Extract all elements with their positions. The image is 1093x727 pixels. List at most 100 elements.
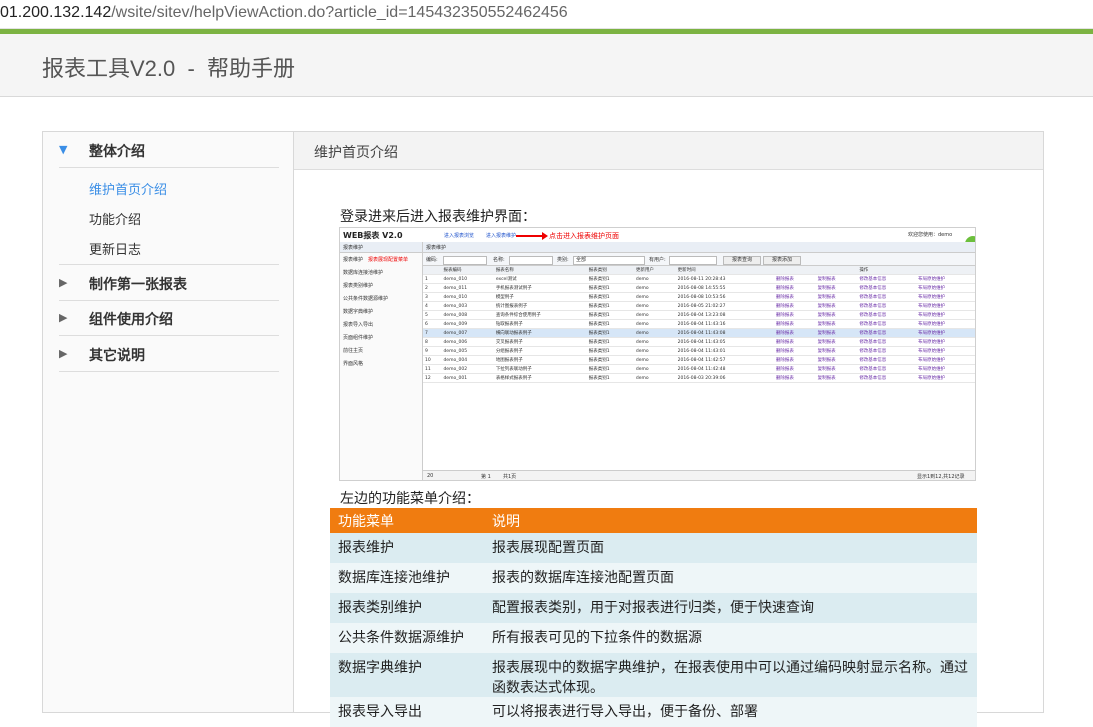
shot-table-cell: 手机报表测试例子 — [493, 283, 587, 293]
shot-table-cell: 修改基本信息 — [857, 310, 917, 320]
content-title: 维护首页介绍 — [314, 145, 398, 161]
main-content: 维护首页介绍 登录进来后进入报表维护界面： WEB报表 V2.0 进入报表浏览 … — [294, 132, 1043, 727]
shot-table-row: 9 demo_005 分组报表例子 报表类别1 demo 2016-08-04 11:43… — [423, 346, 975, 356]
shot-table-cell: 布局原始维护 — [916, 310, 975, 320]
shot-table-cell: 5 — [423, 310, 442, 320]
shot-btn-add: 报表添加 — [763, 256, 801, 265]
shot-table-cell: 8 — [423, 337, 442, 347]
shot-table-cell: 布局原始维护 — [916, 274, 975, 284]
menu-intro-text: 左边的功能菜单介绍： — [340, 491, 480, 507]
shot-table-cell: 删除报表 — [773, 283, 816, 293]
shot-table-cell: 报表类别1 — [586, 310, 634, 320]
shot-table-row: 6 demo_009 钻取报表例子 报表类别1 demo 2016-08-04 11:43… — [423, 319, 975, 329]
shot-table-cell: 查询条件综合使用例子 — [493, 310, 587, 320]
shot-label-code: 编码: — [426, 257, 438, 263]
menu-desc-cell: 报表的数据库连接池配置页面 — [484, 563, 977, 593]
shot-table-cell: 报表类别1 — [586, 274, 634, 284]
shot-table-body: 1 demo_010 excel测试 报表类别1 demo 2016-08-11 20:2… — [423, 274, 975, 383]
shot-table-cell: demo_010 — [441, 274, 494, 284]
menu-desc-cell: 报表展现中的数据字典维护，在报表使用中可以通过编码映射显示名称。通过函数表达式体… — [484, 653, 977, 697]
shot-table-cell: demo — [633, 364, 676, 374]
function-table-header: 功能菜单 说明 — [330, 508, 977, 533]
shot-logo: WEB报表 V2.0 — [343, 231, 403, 240]
sidebar-section-label: 制作第一张报表 — [89, 277, 187, 293]
shot-table-cell: 11 — [423, 364, 442, 374]
shot-table-cell: 布局原始维护 — [916, 283, 975, 293]
function-table: 功能菜单 说明 报表维护 报表展现配置页面 数据库连接池维护 报表的数据库连接池配置页… — [330, 508, 977, 727]
caret-right-icon: ▶ — [59, 311, 68, 324]
shot-table-cell: 复制报表 — [815, 301, 858, 311]
shot-table-cell: 布局原始维护 — [916, 292, 975, 302]
shot-left-item: 报表维护 — [343, 257, 364, 263]
shot-table-cell: 复制报表 — [815, 310, 858, 320]
shot-table-cell: demo — [633, 373, 676, 383]
shot-table-cell: demo_005 — [441, 346, 494, 356]
shot-table-cell: 修改基本信息 — [857, 283, 917, 293]
shot-table-cell: 复制报表 — [815, 283, 858, 293]
shot-table-cell: 复制报表 — [815, 328, 858, 338]
shot-table-cell: demo — [633, 337, 676, 347]
menu-desc-cell: 配置报表类别，用于对报表进行归类，便于快速查询 — [484, 593, 977, 623]
sidebar-section-overview[interactable]: ▼ 整体介绍 — [59, 132, 279, 168]
shot-column-header: 报表编码 — [441, 266, 494, 275]
shot-table-cell: demo_004 — [441, 355, 494, 365]
shot-table-cell: 报表类别1 — [586, 283, 634, 293]
shot-table-cell: 2016-08-04 11:43:05 — [675, 337, 774, 347]
shot-table-cell: excel测试 — [493, 274, 587, 284]
shot-table-cell: 复制报表 — [815, 319, 858, 329]
shot-right-head-label: 报表维护 — [426, 245, 447, 251]
shot-table-row: 12 demo_001 表格样式报表例子 报表类别1 demo 2016-08-03 20… — [423, 373, 975, 383]
shot-table-cell: 布局原始维护 — [916, 373, 975, 383]
shot-column-header — [815, 266, 858, 275]
shot-table-cell: 2016-08-04 11:43:08 — [675, 328, 774, 338]
menu-name-cell: 报表导入导出 — [330, 697, 484, 727]
sidebar-section-components[interactable]: ▶ 组件使用介绍 — [59, 300, 279, 336]
function-table-row: 数据库连接池维护 报表的数据库连接池配置页面 — [330, 563, 977, 593]
url-text[interactable]: 01.200.132.142/wsite/sitev/helpViewActio… — [0, 4, 568, 22]
shot-table-cell: 复制报表 — [815, 337, 858, 347]
shot-table-cell: 布局原始维护 — [916, 337, 975, 347]
shot-left-item: 界面风格 — [343, 361, 364, 367]
sidebar-item-changelog[interactable]: 更新日志 — [89, 239, 141, 258]
shot-welcome: 欢迎您使用：demo — [908, 232, 953, 238]
shot-table-cell: 删除报表 — [773, 373, 816, 383]
sidebar-section-other[interactable]: ▶ 其它说明 — [59, 336, 279, 372]
shot-table-cell: 12 — [423, 373, 442, 383]
shot-left-head-label: 报表维护 — [343, 245, 364, 251]
shot-table-cell: 2016-08-04 11:43:01 — [675, 346, 774, 356]
shot-column-header — [773, 266, 816, 275]
shot-left-item: 前往主页 — [343, 348, 364, 354]
shot-table-cell: 删除报表 — [773, 301, 816, 311]
shot-table-cell: 2 — [423, 283, 442, 293]
shot-column-header: 更新时间 — [675, 266, 774, 275]
function-table-row: 报表导入导出 可以将报表进行导入导出，便于备份、部署 — [330, 697, 977, 727]
shot-table-row: 1 demo_010 excel测试 报表类别1 demo 2016-08-11 20:2… — [423, 274, 975, 284]
menu-name-cell: 数据库连接池维护 — [330, 563, 484, 593]
shot-table-cell: 删除报表 — [773, 274, 816, 284]
sidebar-item-home-intro[interactable]: 维护首页介绍 — [89, 179, 167, 198]
shot-table-cell: 报表类别1 — [586, 337, 634, 347]
shot-table-cell: 报表类别1 — [586, 319, 634, 329]
shot-table-cell: 修改基本信息 — [857, 355, 917, 365]
sidebar-section-first-report[interactable]: ▶ 制作第一张报表 — [59, 264, 279, 301]
shot-table-cell: 复制报表 — [815, 364, 858, 374]
shot-table-cell: demo — [633, 310, 676, 320]
browser-address-bar[interactable]: 01.200.132.142/wsite/sitev/helpViewActio… — [0, 0, 1093, 29]
menu-desc-cell: 报表展现配置页面 — [484, 533, 977, 563]
shot-table-cell: demo — [633, 274, 676, 284]
shot-table-cell: 复制报表 — [815, 274, 858, 284]
shot-table-cell: demo_001 — [441, 373, 494, 383]
sidebar-item-features[interactable]: 功能介绍 — [89, 209, 141, 228]
shot-table-cell: 6 — [423, 319, 442, 329]
page-title: 报表工具V2.0 - 帮助手册 — [42, 56, 296, 81]
help-frame: ▼ 整体介绍 维护首页介绍 功能介绍 更新日志 ▶ 制作第一张报表 ▶ 组件使用… — [42, 131, 1044, 727]
content-header: 维护首页介绍 — [294, 132, 1043, 170]
shot-table-cell: 1 — [423, 274, 442, 284]
shot-table-cell: 修改基本信息 — [857, 346, 917, 356]
shot-nav-browse: 进入报表浏览 — [444, 233, 475, 239]
shot-select-value: 全部 — [576, 257, 587, 263]
shot-report-table: 报表编码 报表名称 报表类别 更新用户 更新时间 操作 1 demo_010 excel测试报… — [423, 266, 975, 383]
shot-left-menu: 报表维护 报表维护 报表展现配置菜单 数据库连接池维护 报表类别维护 公共条件数据源维护… — [340, 242, 423, 480]
shot-table-cell: demo — [633, 355, 676, 365]
shot-nav-maintain: 进入报表维护 — [486, 233, 517, 239]
